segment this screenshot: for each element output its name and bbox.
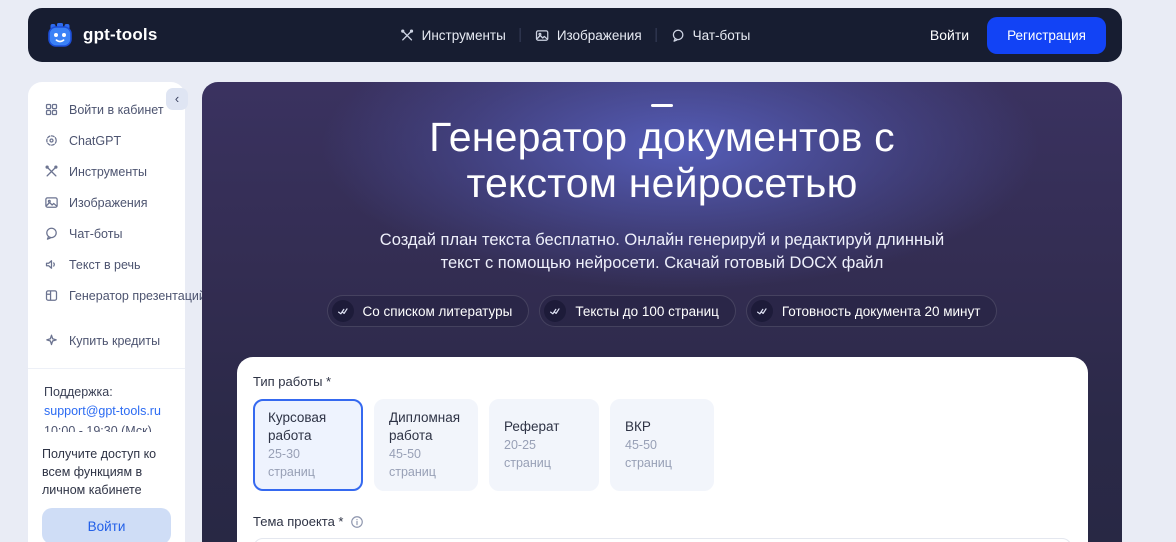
badge-label: Со списком литературы xyxy=(362,303,513,319)
info-icon[interactable] xyxy=(350,515,364,529)
chatgpt-icon xyxy=(46,135,57,146)
sidebar-item-label: Чат-боты xyxy=(69,226,123,241)
sidebar-item-cabinet[interactable]: Войти в кабинет xyxy=(28,94,185,125)
nav-item-tools[interactable]: Инструменты xyxy=(400,28,506,43)
chat-icon xyxy=(672,29,684,42)
promo-text: Получите доступ ко всем функциям в лично… xyxy=(42,447,157,498)
sidebar-item-label: ChatGPT xyxy=(69,133,122,148)
header-actions: Войти Регистрация xyxy=(930,16,1106,54)
badge-label: Готовность документа 20 минут xyxy=(781,303,981,319)
sidebar-item-images[interactable]: Изображения xyxy=(28,187,185,218)
signup-button[interactable]: Регистрация xyxy=(987,16,1106,54)
presentation-icon xyxy=(45,290,58,301)
sidebar-collapse-button[interactable]: ‹ xyxy=(166,88,188,110)
topic-label: Тема проекта * xyxy=(253,514,1072,529)
feature-badges: Со списком литературы Тексты до 100 стра… xyxy=(202,295,1122,327)
sidebar-item-label: Изображения xyxy=(69,195,148,210)
hero-panel: Генератор документов с текстом нейросеть… xyxy=(202,82,1122,542)
work-type-pages: 45-50 страниц xyxy=(625,438,672,470)
sidebar-item-label: Текст в речь xyxy=(69,257,141,272)
sidebar-divider xyxy=(28,368,185,369)
work-type-options: Курсовая работа 25-30 страниц Дипломная … xyxy=(253,399,1072,492)
work-type-option-kursovaya[interactable]: Курсовая работа 25-30 страниц xyxy=(253,399,363,492)
nav-divider xyxy=(655,28,657,42)
tools-icon xyxy=(401,29,414,40)
badge-label: Тексты до 100 страниц xyxy=(575,303,719,319)
nav-divider xyxy=(519,28,521,42)
hero-dash-decoration xyxy=(651,104,673,107)
generator-form-card: Тип работы * Курсовая работа 25-30 стран… xyxy=(237,357,1088,542)
work-type-pages: 45-50 страниц xyxy=(389,447,436,479)
work-type-title: Дипломная работа xyxy=(389,410,461,444)
sidebar-item-label: Генератор презентаций xyxy=(69,288,206,303)
work-type-option-vkr[interactable]: ВКР 45-50 страниц xyxy=(610,399,714,492)
sidebar-item-presentations[interactable]: Генератор презентаций xyxy=(28,280,206,311)
support-title: Поддержка: xyxy=(44,385,113,399)
badge-speed: Готовность документа 20 минут xyxy=(745,295,998,327)
page-title: Генератор документов с текстом нейросеть… xyxy=(429,114,895,206)
sidebar: Войти в кабинет ChatGPT Инструменты Изоб… xyxy=(28,82,206,460)
badge-pages: Тексты до 100 страниц xyxy=(539,295,736,327)
sidebar-item-label: Купить кредиты xyxy=(69,333,161,348)
sidebar-promo-card: Получите доступ ко всем функциям в лично… xyxy=(28,432,185,542)
work-type-label-text: Тип работы * xyxy=(253,374,332,389)
robot-logo-icon xyxy=(48,23,72,47)
nav-item-label: Инструменты xyxy=(421,27,506,43)
image-icon xyxy=(45,197,58,208)
topic-input[interactable] xyxy=(253,538,1072,542)
badge-literature: Со списком литературы xyxy=(326,295,530,327)
image-icon xyxy=(536,29,549,41)
page-subtitle: Создай план текста бесплатно. Онлайн ген… xyxy=(379,230,945,272)
sidebar-item-label: Инструменты xyxy=(69,164,147,179)
dashboard-icon xyxy=(45,103,58,116)
double-check-icon xyxy=(750,300,773,322)
logo[interactable]: gpt-tools xyxy=(46,21,158,49)
work-type-option-diplomnaya[interactable]: Дипломная работа 45-50 страниц xyxy=(374,399,478,492)
logo-text: gpt-tools xyxy=(83,25,158,44)
spark-icon xyxy=(46,334,57,346)
top-header: gpt-tools Инструменты Изображения Чат-бо… xyxy=(28,8,1122,62)
login-link[interactable]: Войти xyxy=(930,27,969,43)
support-email-link[interactable]: support@gpt-tools.ru xyxy=(44,402,169,421)
double-check-icon xyxy=(544,300,567,322)
chat-icon xyxy=(46,227,57,240)
sidebar-item-label: Войти в кабинет xyxy=(69,102,164,117)
work-type-title: Курсовая работа xyxy=(268,410,327,444)
sidebar-item-chatgpt[interactable]: ChatGPT xyxy=(28,125,185,156)
sidebar-item-buy-credits[interactable]: Купить кредиты xyxy=(28,325,185,356)
nav-item-chatbots[interactable]: Чат-боты xyxy=(671,27,751,43)
sidebar-item-tools[interactable]: Инструменты xyxy=(28,156,185,187)
topic-label-text: Тема проекта * xyxy=(253,514,344,530)
tools-icon xyxy=(45,165,58,177)
work-type-pages: 20-25 страниц xyxy=(504,438,551,470)
header-nav: Инструменты Изображения Чат-боты xyxy=(400,27,751,43)
nav-item-images[interactable]: Изображения xyxy=(535,28,642,43)
work-type-label: Тип работы * xyxy=(253,374,1072,389)
work-type-pages: 25-30 страниц xyxy=(268,447,315,479)
promo-login-button[interactable]: Войти xyxy=(42,508,171,542)
sidebar-item-chatbots[interactable]: Чат-боты xyxy=(28,218,185,249)
work-type-title: Реферат xyxy=(504,419,560,435)
speaker-icon xyxy=(45,260,55,269)
double-check-icon xyxy=(331,300,354,322)
work-type-title: ВКР xyxy=(625,419,651,435)
nav-item-label: Чат-боты xyxy=(692,27,751,43)
nav-item-label: Изображения xyxy=(556,27,642,43)
work-type-option-referat[interactable]: Реферат 20-25 страниц xyxy=(489,399,599,492)
sidebar-item-tts[interactable]: Текст в речь xyxy=(28,249,185,280)
